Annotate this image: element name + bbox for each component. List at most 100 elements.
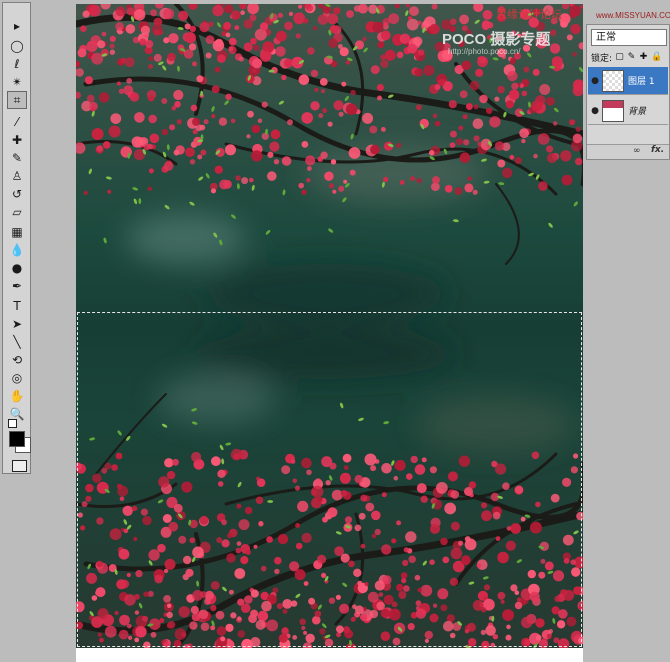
- blossom: [157, 543, 166, 553]
- blossom: [479, 94, 488, 104]
- blossom: [475, 68, 484, 77]
- path-selection-tool-icon[interactable]: ➤: [7, 315, 27, 333]
- default-colors-icon[interactable]: [8, 419, 17, 428]
- blossom: [260, 565, 267, 572]
- blossom: [570, 23, 581, 35]
- blossom: [402, 559, 409, 567]
- blossom: [325, 480, 331, 486]
- blossom: [388, 13, 400, 25]
- blossom: [86, 572, 98, 584]
- hand-tool-icon[interactable]: ✋: [7, 387, 27, 405]
- blossom: [464, 536, 471, 542]
- blossom: [210, 625, 216, 631]
- blossom: [277, 533, 289, 545]
- lock-image-icon[interactable]: ✎: [627, 53, 636, 62]
- gradient-tool-icon[interactable]: ▦: [7, 223, 27, 241]
- type-tool-icon[interactable]: T: [7, 297, 27, 315]
- blossom: [481, 502, 488, 509]
- lock-transparent-icon[interactable]: ▢: [615, 53, 624, 62]
- layer-row-layer1[interactable]: ● 图层 1: [588, 67, 668, 95]
- blossom: [461, 60, 472, 71]
- blossom: [508, 89, 520, 101]
- eye-icon[interactable]: ●: [588, 76, 602, 86]
- blossom: [115, 22, 124, 31]
- blossom: [502, 482, 510, 491]
- blossom: [358, 4, 368, 14]
- layers-panel: 正常 锁定: ▢ ✎ ✚ 🔒 ● 图层 1 ● 背景 ∞ fx.: [586, 24, 670, 160]
- blossom: [189, 25, 196, 33]
- foreground-color-swatch[interactable]: [9, 431, 25, 447]
- blossom: [348, 560, 355, 568]
- blossom: [173, 89, 184, 101]
- blossom: [178, 10, 189, 21]
- blossom: [510, 57, 516, 64]
- lock-position-icon[interactable]: ✚: [639, 53, 648, 62]
- marquee-tool-icon[interactable]: ◯: [7, 37, 27, 55]
- blossom: [216, 626, 227, 636]
- quick-mask-icon[interactable]: [12, 460, 27, 472]
- pen-tool-icon[interactable]: ✒: [7, 277, 27, 295]
- crop-tool-icon[interactable]: ⌗: [7, 91, 27, 109]
- blossom: [255, 619, 266, 630]
- blossom: [305, 4, 313, 12]
- blossom: [237, 630, 246, 638]
- blend-mode-select[interactable]: 正常: [591, 29, 667, 46]
- dodge-tool-icon[interactable]: ●: [7, 259, 27, 277]
- blossom: [370, 144, 380, 155]
- blossom: [154, 574, 164, 584]
- 3d-rotate-tool-icon[interactable]: ⟲: [7, 351, 27, 369]
- magic-wand-tool-icon[interactable]: ✴: [7, 73, 27, 91]
- move-tool-icon[interactable]: ▸: [7, 17, 27, 35]
- blossom: [199, 22, 210, 33]
- blossom: [287, 119, 293, 126]
- blossom: [126, 78, 133, 84]
- blossom: [134, 593, 140, 600]
- 3d-orbit-tool-icon[interactable]: ◎: [7, 369, 27, 387]
- clone-stamp-tool-icon[interactable]: ♙: [7, 167, 27, 185]
- blossom: [190, 104, 198, 112]
- blossom: [381, 544, 392, 555]
- line-tool-icon[interactable]: ╲: [7, 333, 27, 351]
- blossom: [535, 618, 545, 628]
- eraser-tool-icon[interactable]: ▱: [7, 203, 27, 221]
- blur-tool-icon[interactable]: 💧: [7, 241, 27, 259]
- blossom: [510, 523, 521, 534]
- link-layers-icon[interactable]: ∞: [633, 146, 641, 156]
- lasso-tool-icon[interactable]: ℓ: [7, 55, 27, 73]
- blossom: [217, 54, 226, 63]
- blossom: [290, 459, 296, 464]
- blossom: [464, 629, 470, 634]
- healing-brush-tool-icon[interactable]: ✚: [7, 131, 27, 149]
- blossom: [109, 43, 115, 49]
- blossom: [566, 616, 577, 627]
- blossom: [408, 555, 417, 564]
- eye-icon[interactable]: ●: [588, 106, 602, 116]
- blossom: [550, 493, 560, 503]
- fx-icon[interactable]: fx.: [651, 145, 664, 155]
- blossom: [458, 455, 471, 467]
- blossom: [477, 141, 482, 146]
- lock-all-icon[interactable]: 🔒: [651, 53, 662, 62]
- blossom: [210, 604, 217, 612]
- blossom: [166, 470, 176, 480]
- blossom: [119, 496, 125, 502]
- document-canvas[interactable]: POCO 摄影专题 http://photo.poco.cn/: [76, 4, 583, 662]
- blossom: [235, 547, 242, 554]
- layer-row-background[interactable]: ● 背景: [588, 97, 668, 125]
- blossom: [250, 637, 261, 648]
- eyedropper-tool-icon[interactable]: ⁄: [7, 113, 27, 131]
- blossom: [369, 609, 379, 619]
- history-brush-tool-icon[interactable]: ↺: [7, 185, 27, 203]
- blossom: [221, 519, 228, 526]
- blossom: [494, 141, 505, 151]
- brush-tool-icon[interactable]: ✎: [7, 149, 27, 167]
- site-credit-text: 思缘设计论坛: [496, 8, 562, 21]
- blossom: [521, 616, 533, 629]
- blossom: [344, 516, 353, 524]
- blossom: [147, 186, 153, 192]
- blossom: [419, 118, 429, 129]
- blossom: [538, 181, 548, 191]
- blossom: [354, 474, 363, 484]
- blossom: [305, 155, 316, 166]
- blossom: [506, 526, 512, 531]
